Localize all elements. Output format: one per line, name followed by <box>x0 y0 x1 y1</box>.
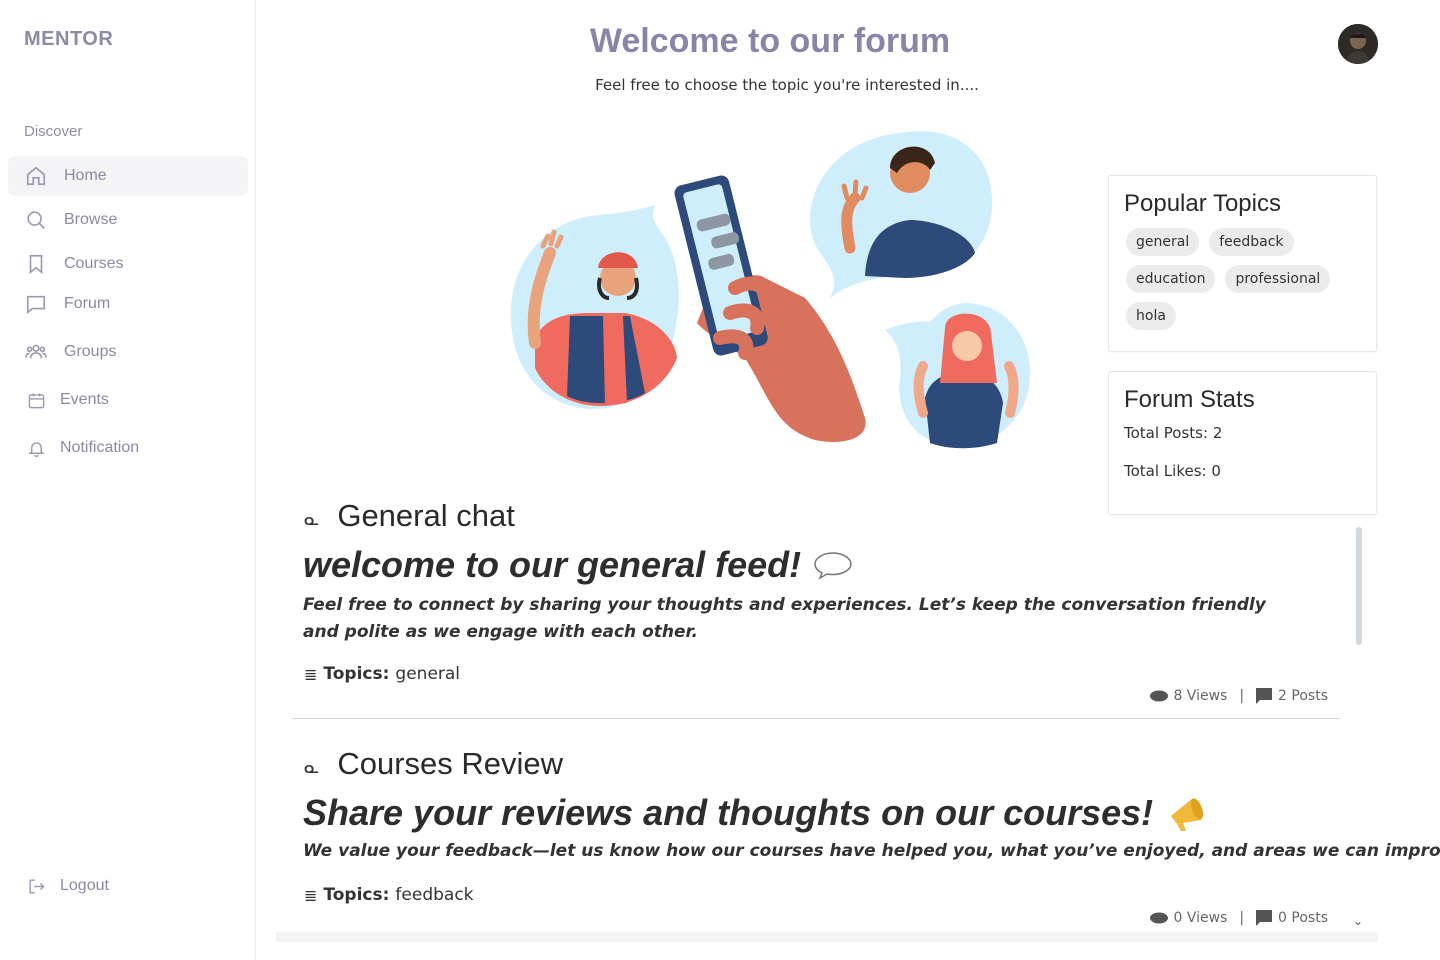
scroll-down-arrow[interactable]: ⌄ <box>1353 914 1363 928</box>
thread-title-row: ᓇ Courses Review <box>292 746 1340 782</box>
sidebar-item-notification[interactable]: Notification <box>8 428 248 468</box>
thread-title[interactable]: General chat <box>337 498 515 534</box>
meta-separator: | <box>1239 688 1245 704</box>
sidebar-item-forum[interactable]: Forum <box>8 284 248 324</box>
calendar-icon <box>24 388 48 412</box>
forum-stats-card: Forum Stats Total Posts: 2 Total Likes: … <box>1108 371 1377 515</box>
eye-icon <box>1150 690 1169 702</box>
forum-thread-courses-review[interactable]: ᓇ Courses Review Share your reviews and … <box>292 746 1440 932</box>
thread-heading: welcome to our general feed! <box>303 544 1340 586</box>
posts-icon <box>1256 910 1273 926</box>
topic-tag-hola[interactable]: hola <box>1126 302 1176 330</box>
list-icon: ≣ <box>304 885 318 905</box>
topic-tag-general[interactable]: general <box>1126 228 1200 256</box>
sidebar-item-label: Events <box>60 391 109 408</box>
thread-heading-text: Share your reviews and thoughts on our c… <box>303 792 1154 833</box>
topics-value[interactable]: feedback <box>395 885 473 905</box>
eye-icon <box>1150 912 1169 924</box>
sidebar-item-label: Notification <box>60 439 140 456</box>
thread-bullet-icon: ᓇ <box>304 756 320 777</box>
bell-icon <box>24 436 48 460</box>
thread-heading-text: welcome to our general feed! <box>303 544 802 585</box>
avatar-photo <box>1338 24 1378 64</box>
sidebar-item-browse[interactable]: Browse <box>8 200 248 240</box>
total-likes-stat: Total Likes: 0 <box>1124 462 1221 480</box>
chat-icon <box>24 292 48 316</box>
page-title: Welcome to our forum <box>589 22 951 60</box>
users-icon <box>24 340 48 364</box>
thread-divider <box>292 718 1340 719</box>
logout-button[interactable]: Logout <box>8 866 248 906</box>
popular-topics-title: Popular Topics <box>1124 190 1281 217</box>
forum-stats-title: Forum Stats <box>1124 386 1255 413</box>
home-icon <box>24 164 48 188</box>
topic-tag-education[interactable]: education <box>1126 265 1216 293</box>
sidebar-item-label: Courses <box>64 255 124 272</box>
views-count: 0 Views <box>1173 910 1228 926</box>
forum-thread-general-chat[interactable]: ᓇ General chat welcome to our general fe… <box>292 498 1340 716</box>
speech-bubble-icon <box>813 550 853 580</box>
thread-topics: ≣ Topics: feedback <box>304 885 1340 905</box>
topic-tag-feedback[interactable]: feedback <box>1209 228 1294 256</box>
feed-scrollbar[interactable] <box>1356 527 1362 645</box>
sidebar-item-groups[interactable]: Groups <box>8 332 248 372</box>
sidebar-item-events[interactable]: Events <box>8 380 248 420</box>
thread-bullet-icon: ᓇ <box>304 508 320 529</box>
brand-logo[interactable]: MENTOR <box>24 28 113 51</box>
topic-tag-professional[interactable]: professional <box>1225 265 1331 293</box>
sidebar-item-courses[interactable]: Courses <box>8 244 248 284</box>
views-count: 8 Views <box>1173 688 1228 704</box>
topics-value[interactable]: general <box>395 664 460 684</box>
posts-count: 2 Posts <box>1278 688 1328 704</box>
megaphone-icon <box>1167 794 1207 832</box>
search-icon <box>24 208 48 232</box>
thread-description: Feel free to connect by sharing your tho… <box>303 595 1266 642</box>
thread-topics: ≣ Topics: general <box>304 664 1340 684</box>
bookmark-icon <box>24 252 48 276</box>
list-icon: ≣ <box>304 664 318 684</box>
thread-heading: Share your reviews and thoughts on our c… <box>303 792 1340 834</box>
thread-description: We value your feedback—let us know how o… <box>303 841 1440 861</box>
sidebar-item-home[interactable]: Home <box>8 156 248 196</box>
posts-icon <box>1256 688 1273 704</box>
thread-title-row: ᓇ General chat <box>292 498 1340 534</box>
thread-meta: 0 Views | 0 Posts <box>1150 910 1328 926</box>
sidebar-item-label: Forum <box>64 295 111 312</box>
total-posts-stat: Total Posts: 2 <box>1124 424 1223 442</box>
popular-topics-card: Popular Topics general feedback educatio… <box>1108 175 1377 352</box>
topics-label: Topics: <box>323 664 390 684</box>
topics-label: Topics: <box>323 885 390 905</box>
page-subtitle: Feel free to choose the topic you're int… <box>595 76 979 94</box>
sidebar-item-label: Home <box>64 167 107 184</box>
logout-icon <box>24 874 48 898</box>
popular-topics-tags: general feedback education professional … <box>1109 218 1349 330</box>
avatar[interactable] <box>1338 24 1378 64</box>
meta-separator: | <box>1239 910 1245 926</box>
forum-illustration <box>505 128 1035 450</box>
sidebar-item-label: Browse <box>64 211 118 228</box>
logout-label: Logout <box>60 877 109 894</box>
posts-count: 0 Posts <box>1278 910 1328 926</box>
section-label-discover: Discover <box>24 123 83 140</box>
feed-bottom-edge <box>276 932 1378 942</box>
thread-title[interactable]: Courses Review <box>337 746 563 782</box>
sidebar: MENTOR Discover Home Browse Courses Foru… <box>0 0 256 960</box>
thread-meta: 8 Views | 2 Posts <box>1150 688 1328 704</box>
sidebar-item-label: Groups <box>64 343 117 360</box>
